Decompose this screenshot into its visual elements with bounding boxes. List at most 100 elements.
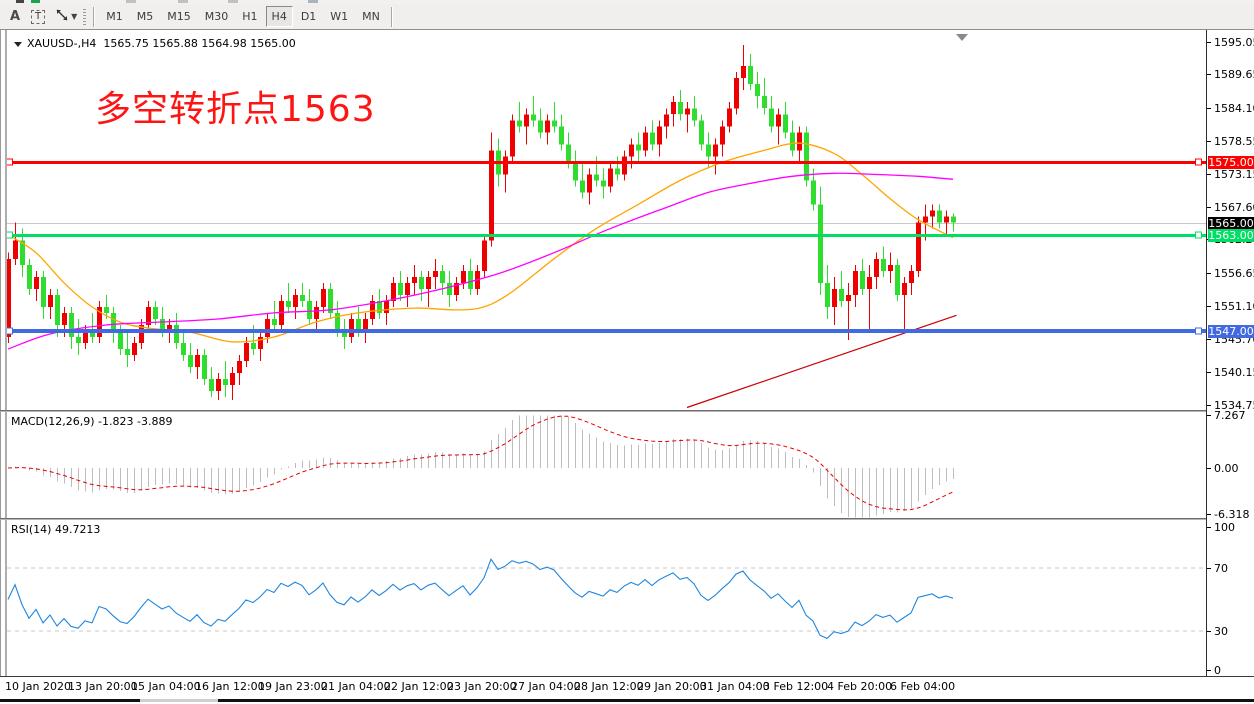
hline-handle[interactable] (1196, 159, 1202, 165)
axis-tick (1207, 273, 1211, 274)
time-axis-label: 3 Feb 12:00 (763, 680, 828, 693)
axis-tick (1207, 306, 1211, 307)
main-chart-panel[interactable]: XAUUSD-,H4 1565.75 1565.88 1564.98 1565.… (7, 30, 1206, 410)
axis-tick (1207, 339, 1211, 340)
axis-tick (1207, 670, 1211, 671)
hline-handle[interactable] (1196, 232, 1202, 238)
axis-tick-label: 7.267 (1214, 409, 1246, 422)
time-axis-label: 13 Jan 20:00 (68, 680, 138, 693)
axis-tick-label: 1573.15 (1214, 168, 1254, 181)
top-edge-mark (16, 0, 24, 3)
top-edge-mark (31, 0, 40, 3)
axis-tick-label: -6.318 (1214, 508, 1249, 521)
toolbar-separator (93, 7, 95, 27)
axis-tick-label: 1551.10 (1214, 300, 1254, 313)
arrow-objects-icon (55, 8, 69, 25)
label-tool-button[interactable]: T (26, 6, 50, 28)
axis-tick (1207, 514, 1211, 515)
macd-label: MACD(12,26,9) -1.823 -3.889 (11, 415, 172, 428)
toolbar: A T ▼ M1M5M15M30H1H4D1W1MN (0, 4, 1254, 30)
time-axis-label: 23 Jan 20:00 (447, 680, 517, 693)
time-axis-label: 16 Jan 12:00 (195, 680, 265, 693)
hline-1563[interactable] (7, 234, 1206, 237)
timeframe-button-mn[interactable]: MN (356, 6, 386, 27)
hline-handle[interactable] (7, 159, 13, 165)
price-badge: 1563.00 (1208, 229, 1254, 242)
axis-tick (1207, 207, 1211, 208)
timeframe-button-h1[interactable]: H1 (236, 6, 263, 27)
annotation-text[interactable]: 多空转折点1563 (95, 80, 376, 132)
rsi-levels (7, 568, 1206, 631)
hline-1575[interactable] (7, 161, 1206, 164)
top-edge-mark (308, 0, 318, 3)
macd-histogram (9, 415, 954, 517)
macd-panel[interactable]: MACD(12,26,9) -1.823 -3.889 (7, 412, 1206, 518)
timeframe-button-m5[interactable]: M5 (131, 6, 160, 27)
time-axis-label: 19 Jan 23:00 (258, 680, 328, 693)
macd-signal-line (8, 416, 953, 510)
time-axis-label: 27 Jan 04:00 (511, 680, 581, 693)
time-axis-label: 22 Jan 12:00 (384, 680, 454, 693)
horizontal-scrollbar[interactable] (0, 695, 1254, 704)
axis-tick-label: 1578.55 (1214, 135, 1254, 148)
time-axis-label: 15 Jan 04:00 (131, 680, 201, 693)
collapse-chart-icon[interactable] (14, 42, 22, 47)
timeframe-button-m15[interactable]: M15 (161, 6, 197, 27)
timeframe-button-m1[interactable]: M1 (100, 6, 129, 27)
axis-tick (1207, 372, 1211, 373)
toolbar-grip (83, 9, 86, 25)
axis-tick (1207, 415, 1211, 416)
axis-tick (1207, 141, 1211, 142)
timeframe-button-w1[interactable]: W1 (324, 6, 354, 27)
price-badge: 1575.00 (1208, 156, 1254, 169)
time-axis-label: 6 Feb 04:00 (890, 680, 955, 693)
scrollbar-thumb[interactable] (140, 699, 218, 702)
axis-tick-label: 1567.60 (1214, 201, 1254, 214)
text-tool-label: A (10, 9, 20, 24)
rsi-label: RSI(14) 49.7213 (11, 523, 100, 536)
timeframe-button-m30[interactable]: M30 (199, 6, 235, 27)
time-axis[interactable]: 10 Jan 202013 Jan 20:0015 Jan 04:0016 Ja… (0, 676, 1254, 695)
timeframe-button-h4[interactable]: H4 (266, 6, 293, 27)
label-tool-icon: T (31, 10, 45, 24)
axis-tick (1207, 468, 1211, 469)
hline-handle[interactable] (1196, 328, 1202, 334)
hline-1547[interactable] (7, 329, 1206, 333)
current-price-line (7, 223, 1206, 224)
window-left-edge (0, 30, 7, 695)
time-axis-label: 10 Jan 2020 (5, 680, 71, 693)
timeframe-button-d1[interactable]: D1 (295, 6, 322, 27)
rsi-panel[interactable]: RSI(14) 49.7213 (7, 520, 1206, 676)
mt4-window: A T ▼ M1M5M15M30H1H4D1W1MN XAUUSD-,H4 15… (0, 0, 1254, 704)
time-axis-label: 4 Feb 20:00 (827, 680, 892, 693)
axis-tick-label: 100 (1214, 521, 1235, 534)
axis-tick (1207, 42, 1211, 43)
chevron-down-icon: ▼ (71, 12, 77, 21)
top-edge-mark (178, 0, 188, 3)
axis-tick (1207, 74, 1211, 75)
axis-tick-label: 0.00 (1214, 462, 1239, 475)
axis-tick-label: 1589.65 (1214, 68, 1254, 81)
axis-tick (1207, 108, 1211, 109)
timeframe-group: M1M5M15M30H1H4D1W1MN (99, 6, 387, 27)
time-axis-label: 29 Jan 20:00 (637, 680, 707, 693)
time-axis-label: 21 Jan 04:00 (321, 680, 391, 693)
text-tool-button[interactable]: A (4, 6, 26, 28)
axis-tick (1207, 527, 1211, 528)
axis-tick (1207, 568, 1211, 569)
arrow-objects-button[interactable]: ▼ (50, 6, 82, 28)
axis-tick (1207, 174, 1211, 175)
time-axis-label: 31 Jan 04:00 (700, 680, 770, 693)
scrollbar-track (0, 699, 140, 702)
rsi-line (8, 559, 953, 638)
hline-handle[interactable] (7, 328, 13, 334)
hline-handle[interactable] (7, 232, 13, 238)
chart-shift-marker (956, 34, 968, 41)
top-edge-mark (126, 0, 136, 3)
axis-tick-label: 70 (1214, 562, 1228, 575)
time-axis-label: 28 Jan 12:00 (574, 680, 644, 693)
axis-tick-label: 30 (1214, 625, 1228, 638)
price-axis[interactable]: 1595.051589.651584.101578.551573.151567.… (1206, 30, 1254, 676)
scrollbar-track (218, 699, 1254, 702)
axis-tick-label: 1540.15 (1214, 366, 1254, 379)
